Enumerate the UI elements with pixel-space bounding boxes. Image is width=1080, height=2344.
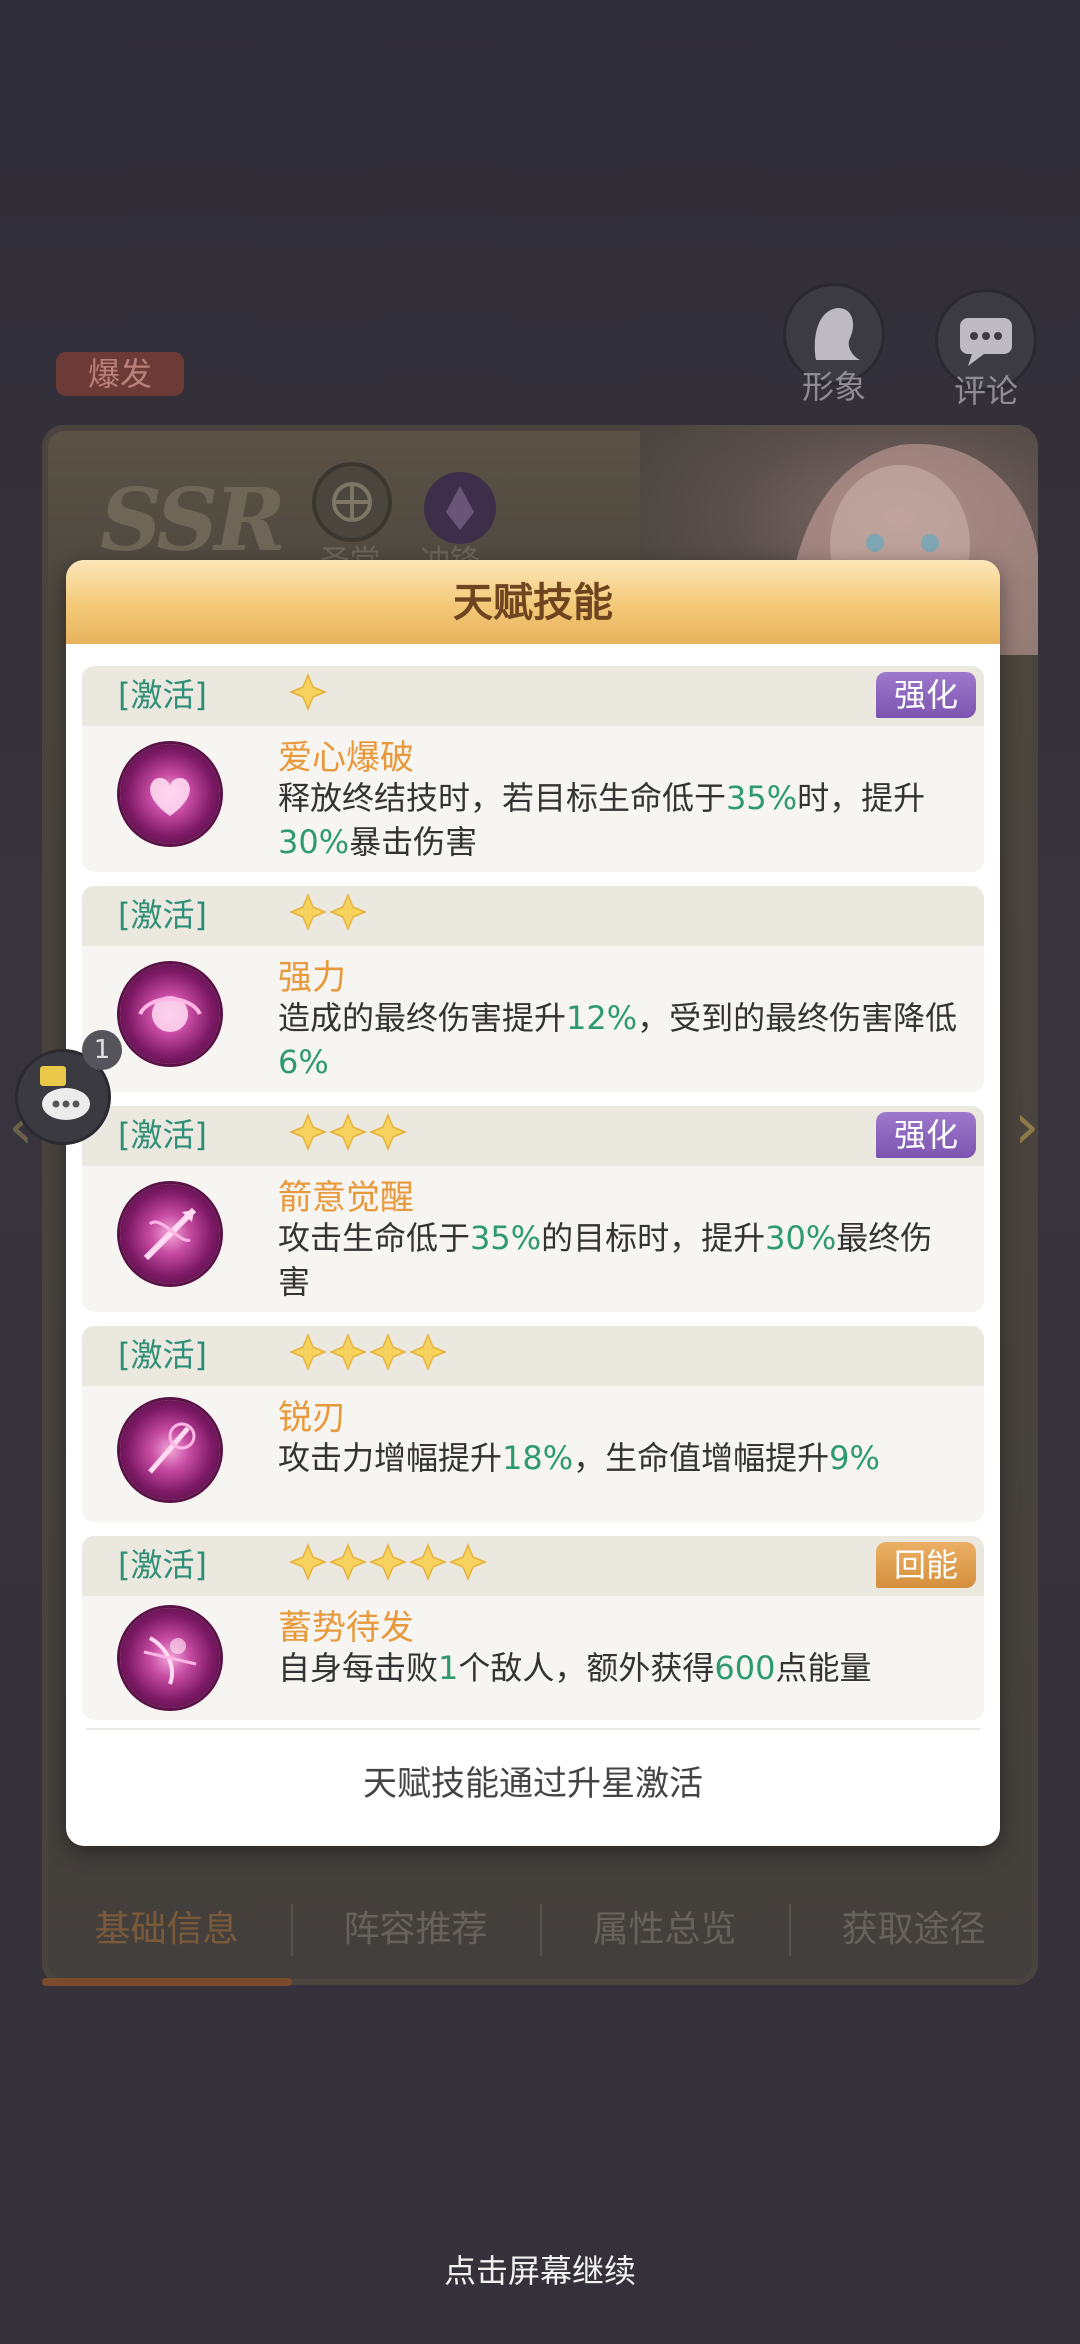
activate-label: [激活]: [118, 676, 207, 714]
hero-tabs: 基础信息 阵容推荐 属性总览 获取途径: [42, 1880, 1038, 1980]
skill-tag: 强化: [875, 672, 976, 718]
star-icon: [409, 1543, 447, 1581]
activate-label: [激活]: [118, 1116, 207, 1154]
burst-tag: 爆发: [56, 352, 184, 396]
star-icon: [329, 1543, 367, 1581]
skill-name: 爱心爆破: [278, 738, 414, 778]
skill-card: [激活] 回能 蓄势待发 自身每击败1个敌人，额外获得600点能量: [82, 1536, 984, 1720]
star-icon: [369, 1543, 407, 1581]
skill-card: [激活] 强化 爱心爆破 释放终结技时，若目标生命低于35%时，提升30%暴击伤…: [82, 666, 984, 872]
skill-card: [激活] 强化 箭意觉醒 攻击生命低于35%的目标时，提升30%最终伤害: [82, 1106, 984, 1312]
tab-acquire[interactable]: 获取途径: [789, 1880, 1038, 1980]
footer-note: 天赋技能通过升星激活: [363, 1764, 703, 1804]
star-icon: [369, 1333, 407, 1371]
star-icon: [369, 1113, 407, 1151]
activate-label: [激活]: [118, 1546, 207, 1584]
skill-emblem-icon: [120, 1608, 220, 1708]
star-icon: [329, 1333, 367, 1371]
talent-skill-dialog: 天赋技能 [激活] 强化 爱心爆破 释放终结技时，若目标生命低于35%时，提升3…: [66, 560, 1000, 1846]
star-rating: [288, 1332, 448, 1380]
star-rating: [288, 1542, 488, 1590]
skill-emblem-icon: [120, 744, 220, 844]
skill-emblem-icon: [120, 964, 220, 1064]
comment-button-label: 评论: [953, 372, 1018, 410]
continue-hint[interactable]: 点击屏幕继续: [0, 2246, 1080, 2292]
class-charge-icon: [424, 472, 496, 544]
star-rating: [288, 1112, 408, 1160]
skill-name: 箭意觉醒: [278, 1178, 414, 1218]
skill-header: [激活] 回能: [82, 1536, 984, 1596]
star-icon: [289, 1113, 327, 1151]
activate-label: [激活]: [118, 1336, 207, 1374]
tab-underline: [42, 1978, 292, 1986]
skill-header: [激活] 强化: [82, 1106, 984, 1166]
star-icon: [289, 1543, 327, 1581]
star-icon: [289, 1333, 327, 1371]
skill-description: 自身每击败1个敌人，额外获得600点能量: [278, 1649, 872, 1687]
skill-description: 造成的最终伤害提升12%，受到的最终伤害降低6%: [278, 999, 958, 1081]
image-button-label: 形象: [801, 368, 866, 406]
skill-description: 释放终结技时，若目标生命低于35%时，提升30%暴击伤害: [278, 779, 926, 861]
class-holy-icon: [316, 466, 388, 538]
star-icon: [329, 893, 367, 931]
star-icon: [409, 1333, 447, 1371]
skill-tag: 强化: [875, 1112, 976, 1158]
skill-card: [激活] 强力 造成的最终伤害提升12%，受到的最终伤害降低6%: [82, 886, 984, 1092]
skill-header: [激活] 强化: [82, 666, 984, 726]
star-icon: [329, 1113, 367, 1151]
skill-description: 攻击生命低于35%的目标时，提升30%最终伤害: [278, 1219, 933, 1301]
star-rating: [288, 892, 368, 940]
chat-count-badge: 1: [82, 1030, 122, 1070]
tab-attributes[interactable]: 属性总览: [540, 1880, 789, 1980]
skill-name: 蓄势待发: [278, 1608, 414, 1648]
skill-name: 强力: [278, 958, 346, 998]
skill-header: [激活]: [82, 1326, 984, 1386]
skill-name: 锐刃: [278, 1398, 346, 1438]
star-icon: [289, 673, 327, 711]
tab-lineup[interactable]: 阵容推荐: [291, 1880, 540, 1980]
next-arrow-icon[interactable]: ›: [1014, 1090, 1040, 1164]
skill-header: [激活]: [82, 886, 984, 946]
rarity-label: SSR: [100, 470, 286, 571]
divider: [86, 1728, 980, 1730]
star-rating: [288, 672, 328, 720]
star-icon: [449, 1543, 487, 1581]
star-icon: [289, 893, 327, 931]
dialog-title: 天赋技能: [66, 560, 1000, 644]
activate-label: [激活]: [118, 896, 207, 934]
skill-card: [激活] 锐刃 攻击力增幅提升18%，生命值增幅提升9%: [82, 1326, 984, 1522]
skill-emblem-icon: [120, 1400, 220, 1500]
skill-description: 攻击力增幅提升18%，生命值增幅提升9%: [278, 1439, 880, 1477]
tab-basic-info[interactable]: 基础信息: [42, 1880, 291, 1980]
skill-emblem-icon: [120, 1184, 220, 1284]
skill-tag: 回能: [875, 1542, 976, 1588]
